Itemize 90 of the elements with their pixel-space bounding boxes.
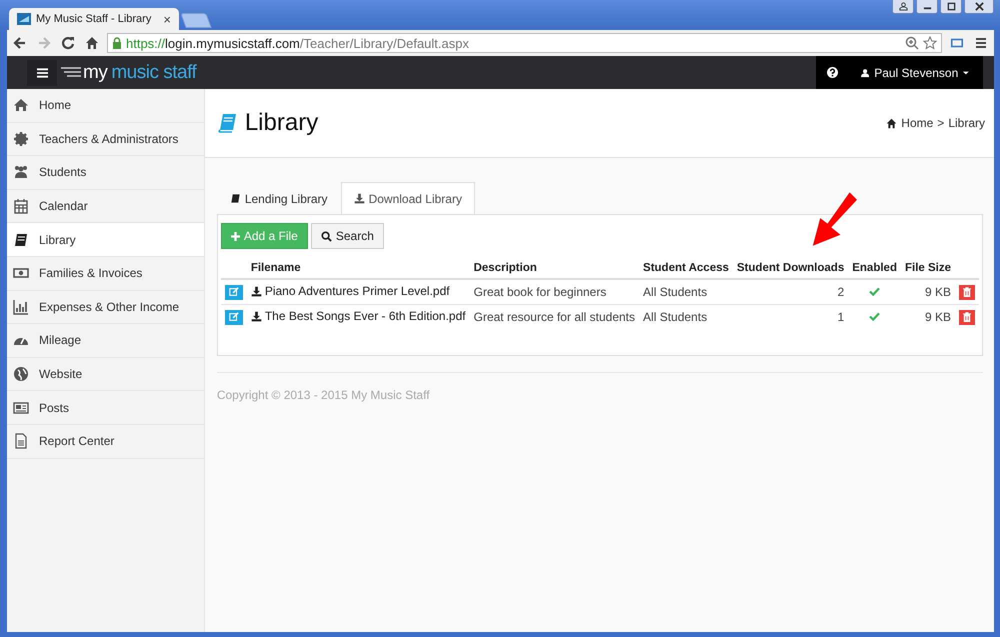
table-cell: All Students	[639, 279, 733, 304]
news-icon	[13, 400, 29, 416]
table-cell: Great book for beginners	[470, 279, 640, 304]
file-link[interactable]: Piano Adventures Primer Level.pdf	[250, 284, 450, 298]
user-icon	[861, 68, 870, 78]
table-cell: Great resource for all students	[470, 304, 640, 329]
breadcrumb-link[interactable]: Library	[948, 116, 985, 130]
table-cell: 1	[732, 304, 848, 329]
close-button[interactable]	[964, 0, 994, 14]
sidebar-item[interactable]: Home	[7, 89, 204, 123]
logo-text: music staff	[111, 62, 196, 84]
profile-button[interactable]	[892, 0, 914, 14]
reload-icon[interactable]	[61, 36, 75, 50]
home-icon[interactable]	[85, 36, 99, 50]
gear-icon	[13, 130, 29, 147]
zoom-icon[interactable]	[905, 36, 919, 50]
sidebar-item[interactable]: Teachers & Administrators	[7, 122, 204, 156]
browser-tab[interactable]: My Music Staff - Library ×	[9, 8, 179, 30]
sidebar-item[interactable]: Students	[7, 156, 204, 190]
home-icon	[886, 118, 898, 128]
download-icon	[250, 310, 262, 322]
lock-icon	[112, 37, 122, 49]
address-bar[interactable]: https://login.mymusicstaff.com/Teacher/Library/Default.aspx	[107, 33, 942, 53]
sidebar-item[interactable]: Families & Invoices	[7, 256, 204, 291]
menu-icon	[36, 68, 48, 78]
sidebar-item[interactable]: Report Center	[7, 424, 204, 459]
tab[interactable]: Lending Library	[216, 182, 341, 214]
trash-icon	[963, 312, 971, 322]
download-icon	[354, 193, 365, 204]
breadcrumb-link[interactable]: Home	[901, 116, 934, 130]
delete-button[interactable]	[959, 310, 975, 325]
sidebar-item[interactable]: Expenses & Other Income	[7, 290, 204, 324]
edit-button[interactable]	[224, 310, 243, 325]
column-header: Description	[470, 257, 640, 279]
sidebar-item[interactable]: Mileage	[7, 324, 204, 358]
caret-icon	[963, 70, 969, 74]
user-menu[interactable]: Paul Stevenson	[848, 56, 983, 89]
column-header: Enabled	[848, 257, 901, 279]
close-icon	[974, 2, 984, 11]
chart-icon	[13, 298, 29, 315]
back-icon[interactable]	[13, 36, 27, 50]
edit-icon	[228, 312, 239, 322]
search-icon	[320, 230, 332, 242]
new-tab-button[interactable]	[180, 13, 212, 28]
file-icon	[13, 433, 29, 450]
help-icon	[826, 67, 838, 78]
users-icon	[13, 164, 29, 180]
search-button[interactable]: Search	[310, 223, 384, 249]
star-icon[interactable]	[923, 36, 937, 50]
menu-icon[interactable]	[974, 36, 988, 50]
sidebar-item[interactable]: Posts	[7, 391, 204, 425]
table-cell: 2	[732, 279, 848, 304]
edit-button[interactable]	[224, 284, 243, 300]
column-header: Student Access	[639, 257, 733, 279]
trash-icon	[963, 287, 971, 298]
book-icon	[13, 232, 29, 248]
sidebar-item[interactable]: Library	[7, 223, 204, 257]
minimize-button[interactable]	[916, 0, 938, 14]
maximize-button[interactable]	[940, 0, 962, 14]
column-header: Filename	[246, 257, 470, 279]
logo-icon	[61, 66, 83, 80]
tab[interactable]: Download Library	[340, 182, 475, 214]
sidebar-item[interactable]: Website	[7, 358, 204, 392]
file-link[interactable]: The Best Songs Ever - 6th Edition.pdf	[250, 309, 466, 324]
book-icon	[216, 113, 237, 133]
page-title: Library	[244, 109, 318, 137]
table-cell: 9 KB	[900, 279, 955, 304]
logo-text: my	[83, 62, 108, 84]
edit-icon	[228, 287, 239, 298]
menu-button[interactable]	[27, 60, 57, 86]
book-icon	[230, 193, 241, 204]
tab-title: My Music Staff - Library	[36, 13, 152, 25]
favicon-icon	[17, 13, 31, 25]
download-icon	[250, 286, 262, 297]
delete-button[interactable]	[959, 284, 975, 300]
plus-icon	[230, 232, 240, 240]
maximize-icon	[946, 2, 956, 11]
column-header: File Size	[900, 257, 955, 279]
home-icon	[13, 97, 29, 114]
tab-close-button[interactable]: ×	[163, 12, 171, 26]
table-cell: 9 KB	[900, 304, 955, 329]
help-button[interactable]	[816, 56, 848, 89]
person-icon	[898, 2, 908, 11]
copyright-text: Copyright © 2013 - 2015 My Music Staff	[216, 388, 431, 402]
calendar-icon	[13, 198, 29, 214]
url-text: https://login.mymusicstaff.com/Teacher/Library/Default.aspx	[126, 36, 470, 50]
globe-icon	[13, 366, 29, 382]
column-header: Student Downloads	[732, 257, 848, 279]
breadcrumb-separator: >	[937, 116, 944, 130]
table-cell: All Students	[639, 304, 733, 329]
